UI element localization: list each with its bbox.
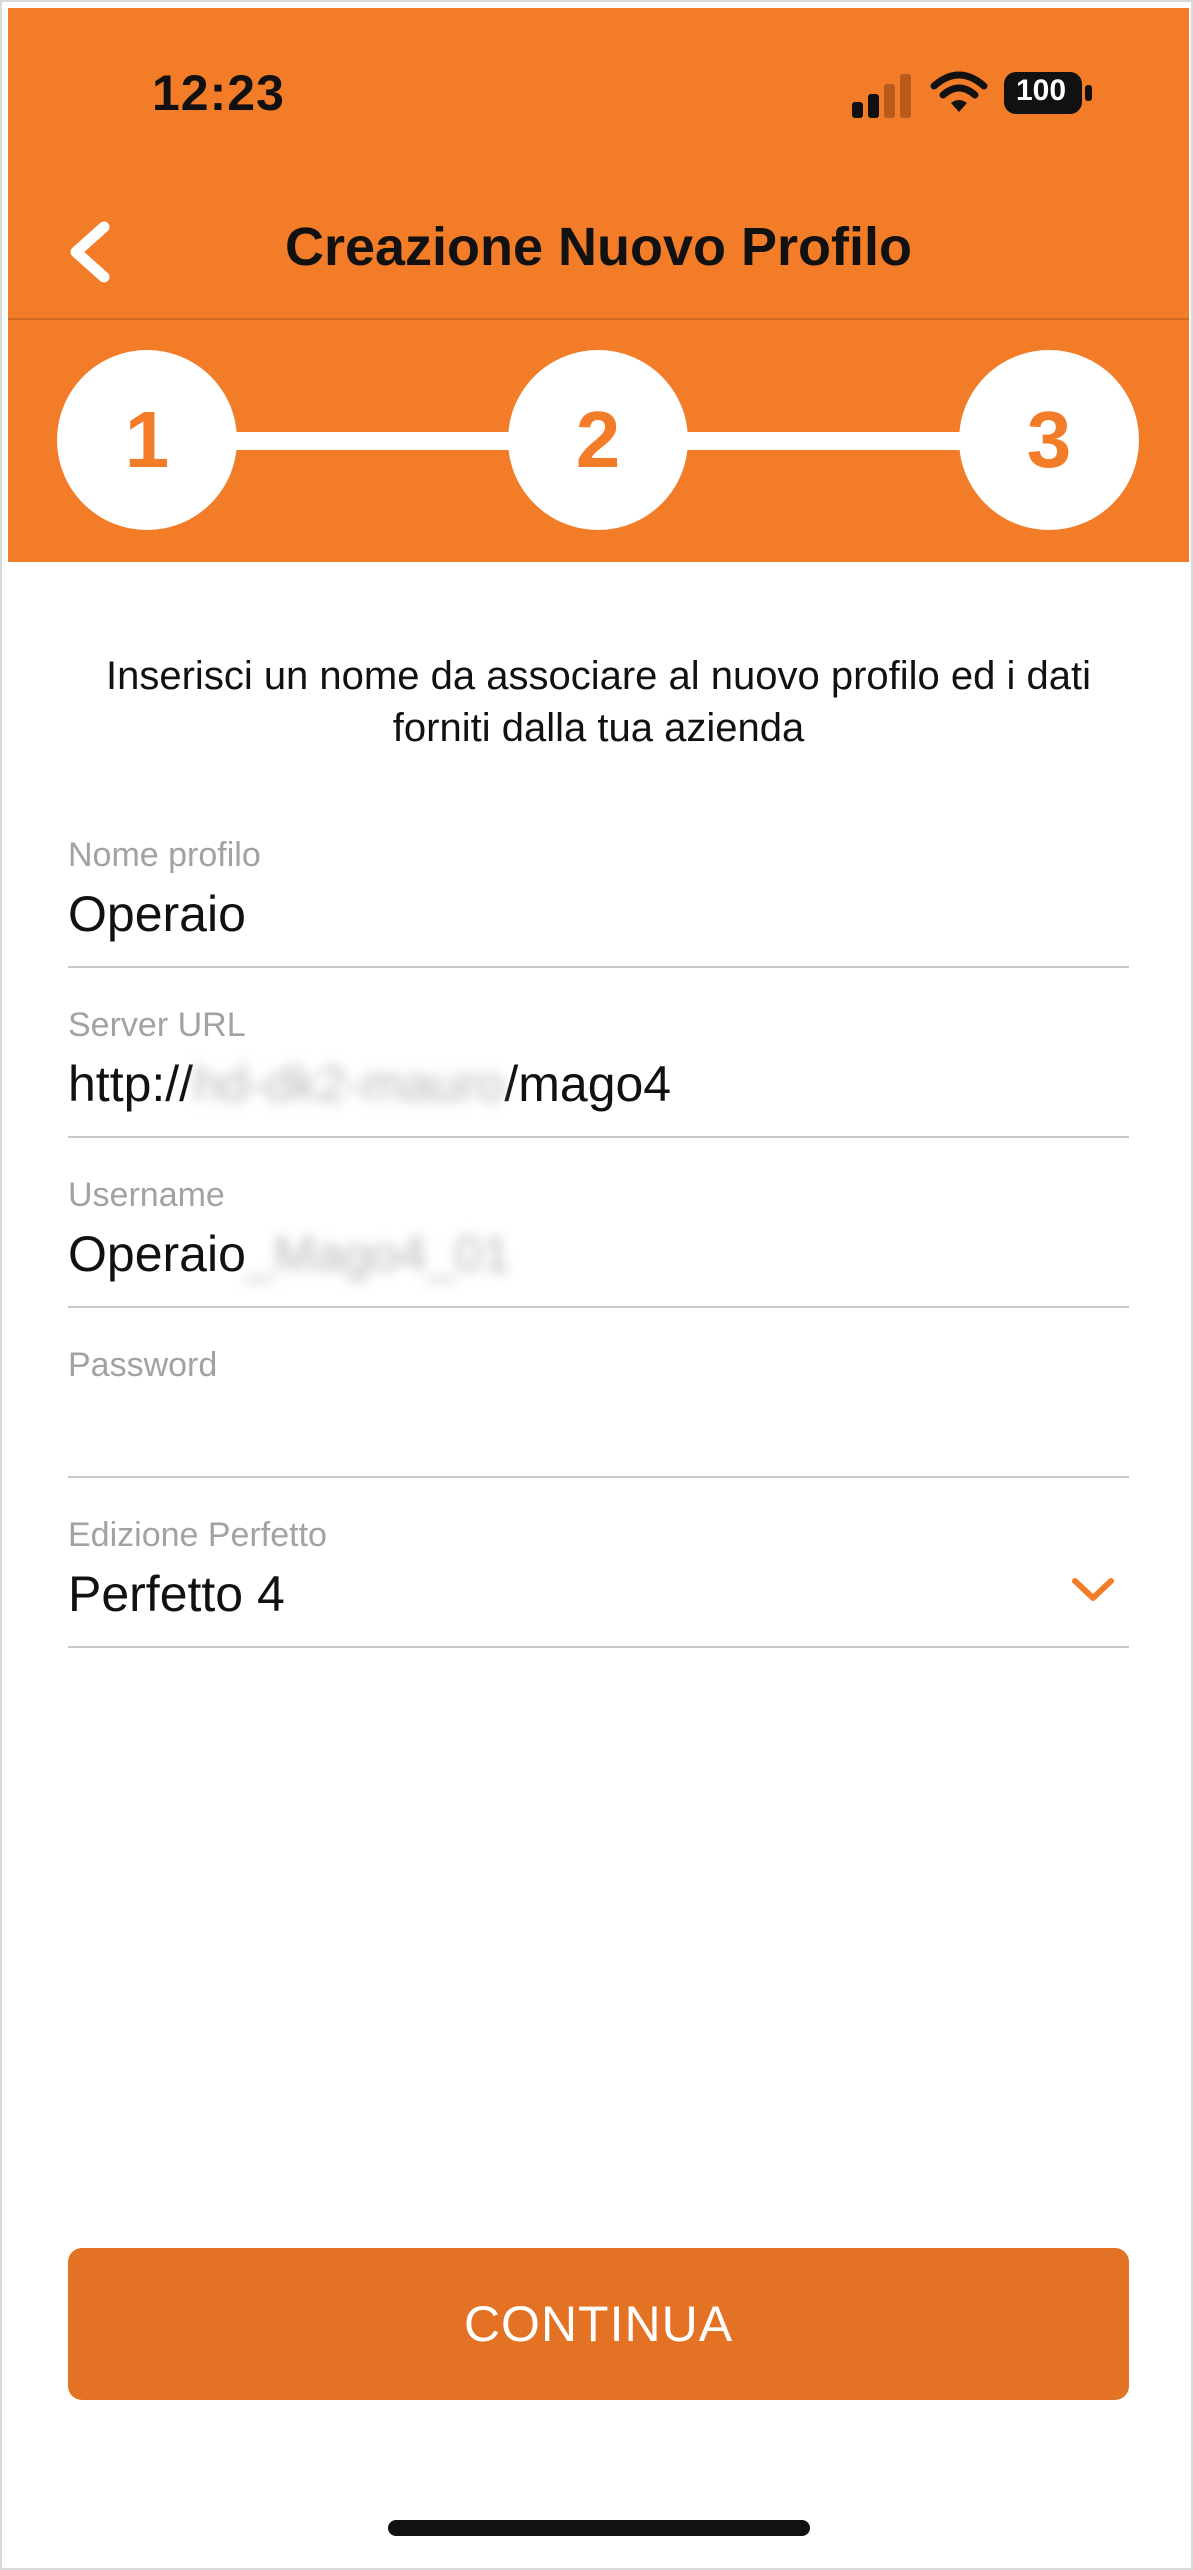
username-prefix: Operaio — [68, 1226, 246, 1282]
server-url-input[interactable]: http://hd-dk2-mauro/mago4 — [68, 1052, 671, 1116]
server-url-field: Server URL http://hd-dk2-mauro/mago4 — [68, 1006, 1129, 1138]
chevron-down-icon — [1072, 1578, 1114, 1601]
server-url-label: Server URL — [68, 1006, 246, 1044]
password-label: Password — [68, 1346, 218, 1384]
server-url-redacted: hd-dk2-mauro — [193, 1056, 505, 1112]
edition-value: Perfetto 4 — [68, 1566, 285, 1622]
chevron-left-icon — [70, 221, 110, 283]
home-indicator — [388, 2520, 810, 2536]
profile-name-label: Nome profilo — [68, 836, 261, 874]
server-url-prefix: http:// — [68, 1056, 194, 1112]
step-1: 1 — [57, 350, 237, 530]
password-input[interactable] — [68, 1392, 1048, 1456]
cellular-signal-icon — [852, 74, 911, 118]
password-field: Password — [68, 1346, 1129, 1478]
continue-button[interactable]: CONTINUA — [68, 2248, 1129, 2400]
page-title: Creazione Nuovo Profilo — [284, 217, 913, 277]
username-redacted: _Mago4_01 — [245, 1226, 511, 1282]
step-2: 2 — [508, 350, 688, 530]
profile-name-field: Nome profilo — [68, 836, 1129, 968]
edition-select[interactable]: Edizione Perfetto Perfetto 4 — [68, 1516, 1129, 1648]
back-button[interactable] — [62, 217, 122, 287]
server-url-suffix: /mago4 — [504, 1056, 672, 1112]
status-time: 12:23 — [152, 65, 285, 121]
edition-label: Edizione Perfetto — [68, 1516, 327, 1554]
app-screen: 12:23 100 Creazione Nuovo Profilo 1 2 3 … — [0, 0, 1193, 2570]
username-field: Username Operaio_Mago4_01 — [68, 1176, 1129, 1308]
step-3: 3 — [959, 350, 1139, 530]
username-label: Username — [68, 1176, 225, 1214]
intro-text: Inserisci un nome da associare al nuovo … — [106, 654, 1091, 750]
username-input[interactable]: Operaio_Mago4_01 — [68, 1222, 510, 1286]
wifi-icon — [930, 71, 988, 112]
profile-name-input[interactable] — [68, 882, 1048, 946]
battery-level: 100 — [1015, 74, 1067, 107]
header-divider — [8, 318, 1189, 320]
